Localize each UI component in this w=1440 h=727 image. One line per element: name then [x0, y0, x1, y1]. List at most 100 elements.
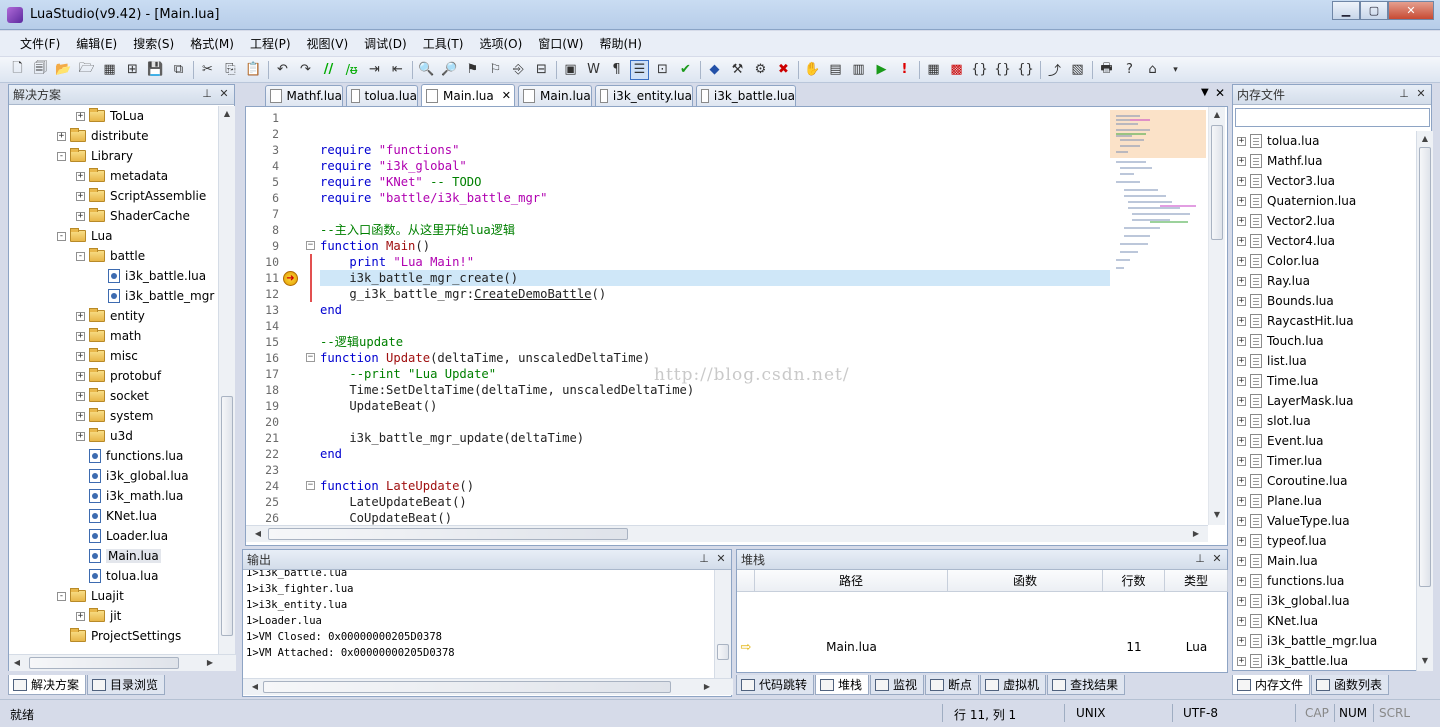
memory-file-item[interactable]: + list.lua [1237, 351, 1307, 371]
find-in-files-icon[interactable]: ⚑ [463, 60, 482, 80]
menu-search[interactable]: 搜索(S) [125, 35, 182, 52]
disasm-icon[interactable]: ▦ [924, 60, 943, 80]
fullscreen-icon[interactable]: ▣ [561, 60, 580, 80]
new-project-icon[interactable]: 🗐 [31, 60, 50, 80]
compile-icon[interactable]: ◆ [705, 60, 724, 80]
tree-item[interactable]: + ScriptAssemblie [76, 186, 206, 206]
menu-help[interactable]: 帮助(H) [591, 35, 649, 52]
solution-hscroll[interactable]: ◀ ▶ [9, 654, 236, 671]
scroll-left-icon[interactable]: ◀ [9, 655, 25, 671]
expand-icon[interactable]: + [1237, 576, 1246, 586]
memory-file-item[interactable]: + typeof.lua [1237, 531, 1327, 551]
expand-icon[interactable]: + [1237, 336, 1246, 346]
jump-icon[interactable]: ⤴ [1045, 60, 1064, 80]
memory-file-item[interactable]: + slot.lua [1237, 411, 1311, 431]
menu-options[interactable]: 选项(O) [471, 35, 530, 52]
close-panel-icon[interactable]: ✕ [714, 552, 728, 567]
pin-icon[interactable]: ⊥ [697, 552, 711, 567]
memory-file-item[interactable]: + Bounds.lua [1237, 291, 1334, 311]
editor-vscroll[interactable]: ▲ ▼ [1208, 107, 1225, 525]
tree-item[interactable]: + protobuf [76, 366, 161, 386]
expand-icon[interactable]: + [1237, 456, 1246, 466]
pin-icon[interactable]: ⊥ [1397, 87, 1411, 102]
scroll-down-icon[interactable]: ▼ [1417, 653, 1433, 669]
goto-icon[interactable]: ⎆ [509, 60, 528, 80]
step-over-icon[interactable]: {} [993, 60, 1012, 80]
code-line[interactable]: end [320, 446, 342, 462]
expand-icon[interactable]: + [1237, 636, 1246, 646]
memory-file-item[interactable]: + Quaternion.lua [1237, 191, 1356, 211]
output-hscroll[interactable]: ◀ ▶ [243, 678, 733, 695]
close-tab-icon[interactable]: ✕ [502, 89, 511, 102]
build-icon[interactable]: ⚒ [728, 60, 747, 80]
tree-item[interactable]: + entity [76, 306, 145, 326]
editor-hscroll[interactable]: ◀ ▶ [246, 525, 1208, 542]
tree-item[interactable]: + system [76, 406, 153, 426]
memory-file-item[interactable]: + Touch.lua [1237, 331, 1324, 351]
code-line[interactable]: require "KNet" -- TODO [320, 174, 481, 190]
code-line[interactable]: --主入口函数。从这里开始lua逻辑 [320, 222, 515, 238]
code-line[interactable]: print "Lua Main!" [320, 254, 474, 270]
expand-icon[interactable]: + [76, 391, 85, 401]
tree-item[interactable]: + jit [76, 606, 121, 626]
expand-icon[interactable]: + [1237, 656, 1246, 666]
scroll-thumb[interactable] [268, 528, 628, 540]
breakpoint-arrow-icon[interactable]: ➜ [283, 271, 298, 286]
fold-toggle-icon[interactable]: − [306, 241, 315, 250]
cut-icon[interactable]: ✂ [198, 60, 217, 80]
tab-list-dropdown-icon[interactable]: ▼ [1201, 87, 1209, 98]
expand-icon[interactable]: + [1237, 196, 1246, 206]
maximize-button[interactable]: ▢ [1360, 1, 1388, 20]
close-button[interactable]: ✕ [1388, 1, 1434, 20]
expand-icon[interactable]: + [1237, 256, 1246, 266]
code-area[interactable]: ➜ http://blog.csdn.net/ 123require "f [246, 107, 1208, 525]
tree-item[interactable]: i3k_global.lua [76, 466, 189, 486]
expand-icon[interactable]: + [76, 411, 85, 421]
solution-vscroll[interactable]: ▲ [218, 106, 235, 654]
code-minimap[interactable] [1110, 110, 1206, 280]
replace-icon[interactable]: ⚐ [486, 60, 505, 80]
tab-solution[interactable]: 解决方案 [8, 675, 87, 695]
uncomment-icon[interactable]: /ᵿ [342, 60, 361, 80]
memory-file-item[interactable]: + i3k_battle_mgr.lua [1237, 631, 1377, 651]
memory-file-item[interactable]: + Vector4.lua [1237, 231, 1335, 251]
tree-item[interactable]: Loader.lua [76, 526, 168, 546]
scroll-thumb[interactable] [263, 681, 671, 693]
indent-icon[interactable]: ⇥ [365, 60, 384, 80]
scroll-thumb[interactable] [1211, 125, 1223, 240]
code-line[interactable]: --逻辑update [320, 334, 403, 350]
scroll-up-icon[interactable]: ▲ [1417, 131, 1433, 147]
scroll-up-icon[interactable]: ▲ [219, 106, 235, 122]
save-icon[interactable]: 💾 [146, 60, 165, 80]
paste-icon[interactable]: 📋 [244, 60, 263, 80]
expand-icon[interactable]: + [1237, 296, 1246, 306]
tab-tolua[interactable]: tolua.lua [346, 85, 418, 106]
expand-icon[interactable]: + [1237, 396, 1246, 406]
tab-vm[interactable]: 虚拟机 [980, 675, 1047, 695]
indent-guide-icon[interactable]: ☰ [630, 59, 649, 80]
memory-file-item[interactable]: + RaycastHit.lua [1237, 311, 1354, 331]
find-next-icon[interactable]: 🔎 [440, 60, 459, 80]
tab-mathf[interactable]: Mathf.lua [265, 85, 343, 106]
expand-icon[interactable]: + [57, 131, 66, 141]
run-icon[interactable]: ▶ [872, 60, 891, 80]
expand-icon[interactable]: + [76, 171, 85, 181]
expand-icon[interactable]: + [76, 351, 85, 361]
memory-file-item[interactable]: + i3k_global.lua [1237, 591, 1350, 611]
code-line[interactable]: g_i3k_battle_mgr:CreateDemoBattle() [320, 286, 606, 302]
code-editor[interactable]: ➜ http://blog.csdn.net/ 123require "f [245, 106, 1228, 546]
minimize-button[interactable]: ▁ [1332, 1, 1360, 20]
tab-main-active[interactable]: Main.lua ✕ [421, 84, 515, 106]
expand-icon[interactable]: + [76, 111, 85, 121]
code-line[interactable]: function Main() [320, 238, 430, 254]
expand-icon[interactable]: + [1237, 476, 1246, 486]
memory-file-item[interactable]: + KNet.lua [1237, 611, 1318, 631]
expand-icon[interactable]: + [1237, 136, 1246, 146]
expand-icon[interactable]: + [1237, 376, 1246, 386]
code-line[interactable]: i3k_battle_mgr_update(deltaTime) [320, 430, 584, 446]
step-into-icon[interactable]: {} [970, 60, 989, 80]
tab-i3k-entity[interactable]: i3k_entity.lua [595, 85, 693, 106]
expand-icon[interactable]: + [1237, 216, 1246, 226]
tab-main[interactable]: Main.lua [518, 85, 592, 106]
code-line[interactable]: require "functions" [320, 142, 459, 158]
